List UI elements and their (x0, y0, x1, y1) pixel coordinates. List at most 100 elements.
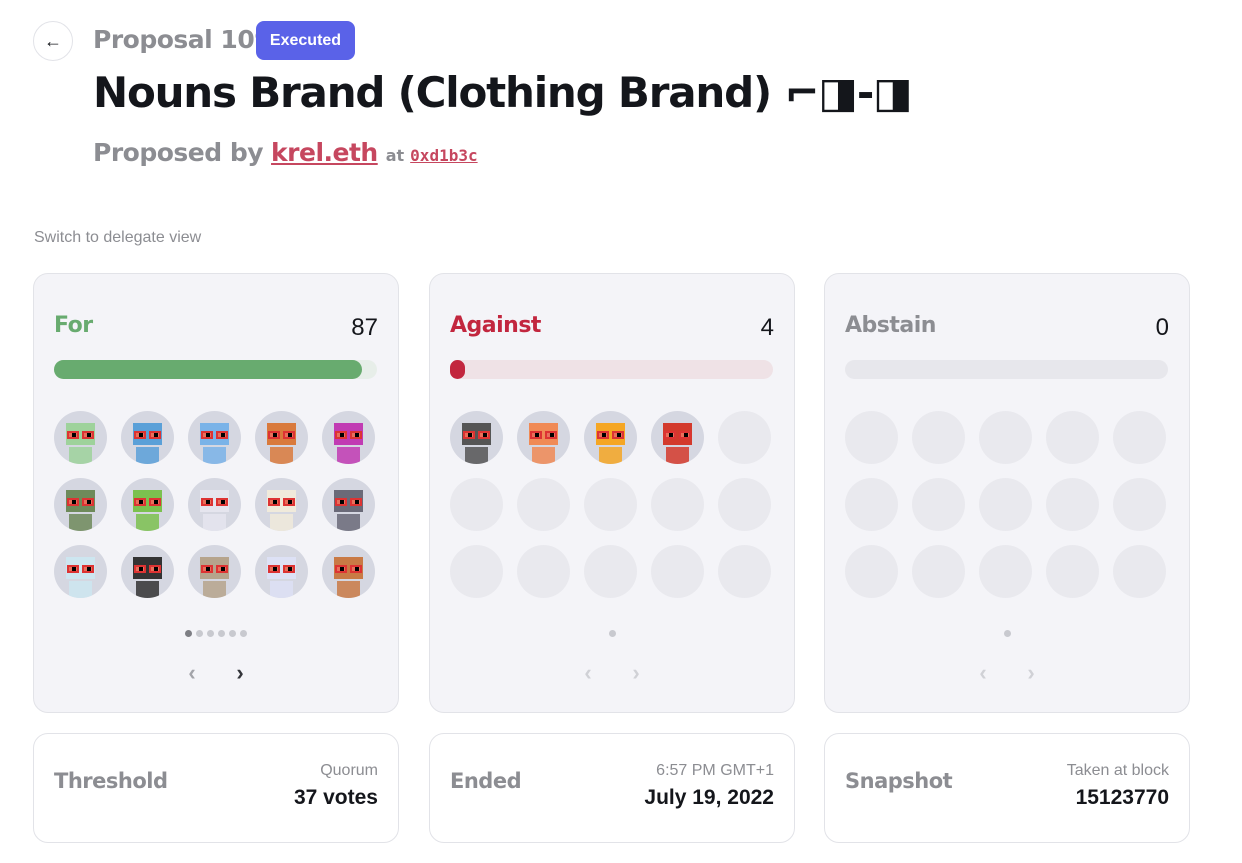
proposer-link[interactable]: krel.eth (271, 138, 378, 167)
voter-grid-for (54, 411, 375, 598)
voter-avatar[interactable] (188, 478, 241, 531)
empty-avatar-slot (1046, 411, 1099, 464)
vote-bar-fill-for (54, 360, 363, 379)
empty-avatar-slot (1113, 411, 1166, 464)
vote-label-abstain: Abstain (845, 313, 936, 338)
empty-avatar-slot (1113, 545, 1166, 598)
vote-bar-fill-against (450, 360, 465, 379)
voter-avatar[interactable] (121, 545, 174, 598)
status-badge: Executed (256, 21, 355, 60)
voter-avatar[interactable] (188, 545, 241, 598)
threshold-label: Threshold (54, 769, 168, 793)
page-title: Nouns Brand (Clothing Brand) ⌐◨-◨ (93, 68, 913, 117)
empty-avatar-slot (1046, 545, 1099, 598)
empty-avatar-slot (651, 478, 704, 531)
back-button[interactable]: ← (33, 21, 73, 61)
page-dot[interactable] (1003, 630, 1011, 637)
proposer-line: Proposed by krel.eth at 0xd1b3c (93, 138, 478, 167)
empty-avatar-slot (584, 478, 637, 531)
vote-label-against: Against (450, 313, 541, 338)
vote-bar-for (54, 360, 377, 379)
empty-avatar-slot (912, 411, 965, 464)
page-dot[interactable] (229, 630, 236, 637)
empty-avatar-slot (450, 478, 503, 531)
voter-avatar[interactable] (54, 478, 107, 531)
page-dot[interactable] (608, 630, 616, 637)
snapshot-sub: Taken at block (1066, 762, 1169, 779)
empty-avatar-slot (1046, 478, 1099, 531)
voter-grid-abstain (845, 411, 1166, 598)
voter-avatar[interactable] (322, 411, 375, 464)
empty-avatar-slot (845, 411, 898, 464)
page-dot[interactable] (240, 630, 247, 637)
proposed-by-label: Proposed by (93, 138, 264, 167)
voter-avatar[interactable] (322, 478, 375, 531)
pagination-dots-abstain (825, 630, 1189, 637)
vote-card-abstain: Abstain 0 ‹ › (824, 273, 1190, 713)
snapshot-label: Snapshot (845, 769, 953, 793)
ended-time: 6:57 PM GMT+1 (656, 762, 774, 779)
quorum-label: Quorum (320, 762, 378, 779)
voter-avatar[interactable] (584, 411, 637, 464)
page-dot[interactable] (207, 630, 214, 637)
chevron-right-icon[interactable]: › (1021, 660, 1041, 686)
empty-avatar-slot (718, 545, 771, 598)
vote-bar-against (450, 360, 773, 379)
threshold-card: Threshold Quorum 37 votes (33, 733, 399, 843)
empty-avatar-slot (979, 545, 1032, 598)
vote-count-against: 4 (760, 314, 774, 341)
vote-count-for: 87 (351, 314, 378, 341)
empty-avatar-slot (651, 545, 704, 598)
ended-date: July 19, 2022 (644, 786, 774, 809)
voter-grid-against (450, 411, 771, 598)
vote-label-for: For (54, 313, 93, 338)
empty-avatar-slot (517, 478, 570, 531)
empty-avatar-slot (450, 545, 503, 598)
voter-avatar[interactable] (651, 411, 704, 464)
empty-avatar-slot (718, 478, 771, 531)
voter-avatar[interactable] (121, 411, 174, 464)
voter-avatar[interactable] (54, 545, 107, 598)
at-label: at (385, 146, 405, 165)
voter-avatar[interactable] (255, 478, 308, 531)
chevron-left-icon[interactable]: ‹ (182, 660, 202, 686)
snapshot-block: 15123770 (1075, 786, 1169, 809)
arrow-left-icon: ← (44, 30, 62, 51)
empty-avatar-slot (718, 411, 771, 464)
page-dot[interactable] (218, 630, 225, 637)
empty-avatar-slot (845, 545, 898, 598)
chevron-left-icon[interactable]: ‹ (578, 660, 598, 686)
vote-card-against: Against 4 ‹ › (429, 273, 795, 713)
empty-avatar-slot (912, 478, 965, 531)
vote-count-abstain: 0 (1155, 314, 1169, 341)
voter-avatar[interactable] (517, 411, 570, 464)
transaction-link[interactable]: 0xd1b3c (410, 146, 477, 165)
ended-label: Ended (450, 769, 522, 793)
chevron-left-icon[interactable]: ‹ (973, 660, 993, 686)
voter-avatar[interactable] (322, 545, 375, 598)
vote-bar-abstain (845, 360, 1168, 379)
empty-avatar-slot (979, 478, 1032, 531)
empty-avatar-slot (912, 545, 965, 598)
pager-abstain: ‹ › (825, 660, 1189, 686)
empty-avatar-slot (517, 545, 570, 598)
voter-avatar[interactable] (255, 411, 308, 464)
switch-delegate-view-link[interactable]: Switch to delegate view (34, 229, 201, 247)
voter-avatar[interactable] (255, 545, 308, 598)
voter-avatar[interactable] (121, 478, 174, 531)
vote-card-for: For 87 ‹ › (33, 273, 399, 713)
page-dot[interactable] (185, 630, 192, 637)
voter-avatar[interactable] (450, 411, 503, 464)
ended-card: Ended 6:57 PM GMT+1 July 19, 2022 (429, 733, 795, 843)
pagination-dots-against (430, 630, 794, 637)
chevron-right-icon[interactable]: › (230, 660, 250, 686)
pager-against: ‹ › (430, 660, 794, 686)
voter-avatar[interactable] (54, 411, 107, 464)
pagination-dots-for (34, 630, 398, 637)
proposal-number: Proposal 109 (93, 25, 272, 54)
quorum-value: 37 votes (293, 786, 378, 809)
pager-for: ‹ › (34, 660, 398, 686)
chevron-right-icon[interactable]: › (626, 660, 646, 686)
page-dot[interactable] (196, 630, 203, 637)
voter-avatar[interactable] (188, 411, 241, 464)
